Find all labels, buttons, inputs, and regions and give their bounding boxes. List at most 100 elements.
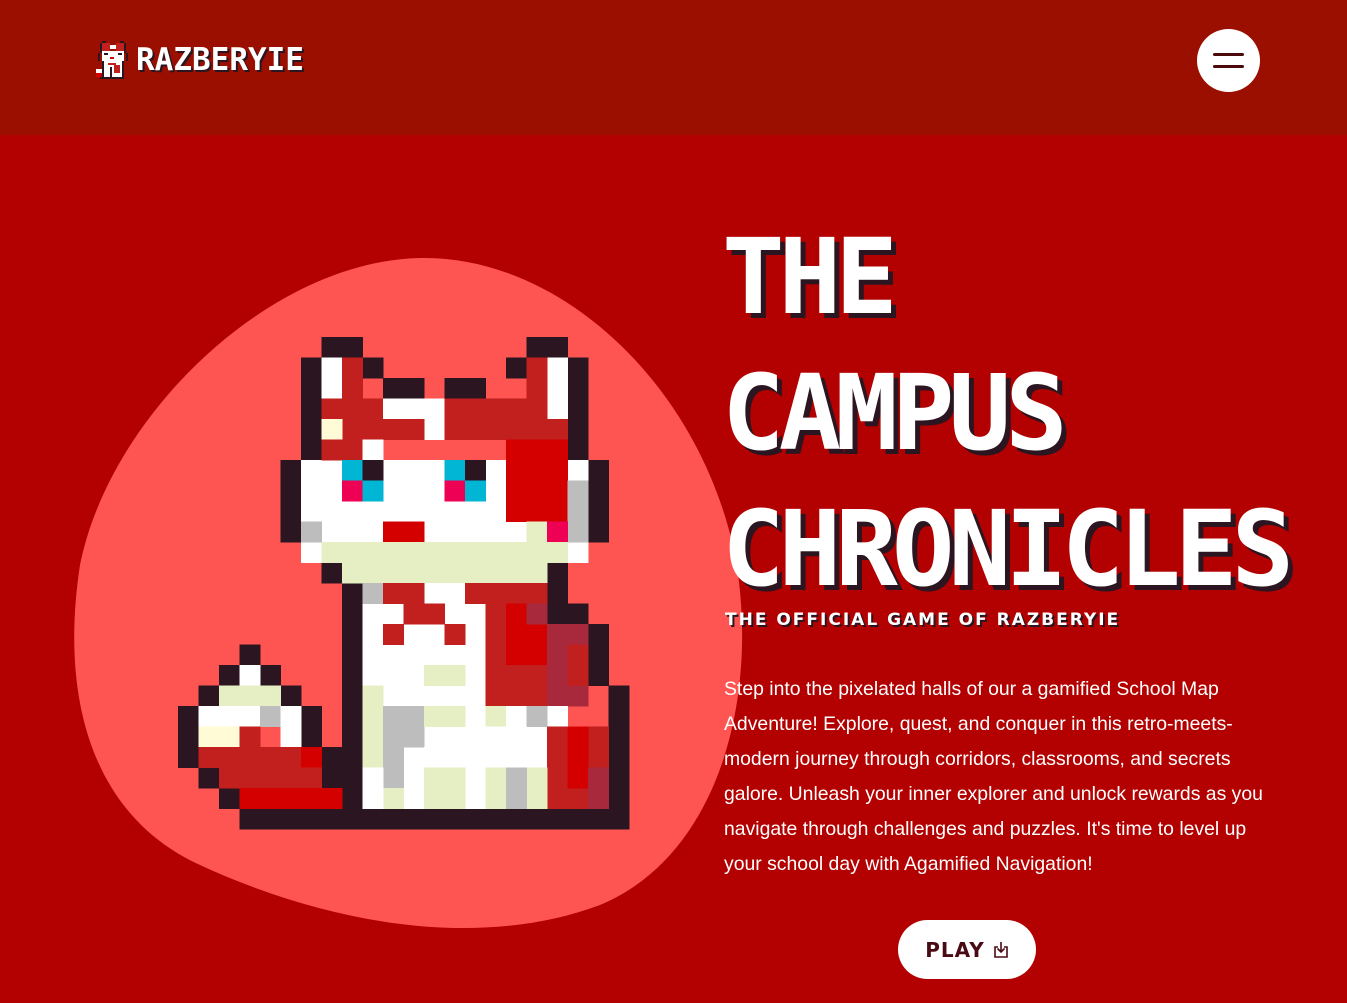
brand-logo-link[interactable]: RAZBERYIE (96, 40, 304, 80)
page-title: THE CAMPUS CHRONICLES (722, 209, 1294, 617)
fox-pixel (403, 603, 445, 625)
fox-pixel (506, 460, 568, 522)
hero-section: THE CAMPUS CHRONICLES THE OFFICIAL GAME … (0, 135, 1347, 1003)
fox-pixel (301, 788, 343, 809)
fox-pixel (362, 357, 384, 379)
fox-pixel (321, 562, 343, 584)
fox-pixel (342, 460, 363, 481)
fox-pixel (383, 706, 425, 748)
fox-pixel (239, 808, 630, 830)
fox-pixel (321, 542, 568, 563)
download-icon (993, 941, 1008, 958)
brand-name: RAZBERYIE (136, 41, 304, 78)
fox-pixel (219, 685, 281, 707)
fox-pixel (301, 357, 322, 461)
hamburger-menu-icon (1213, 53, 1244, 56)
fox-pixel (362, 562, 527, 584)
fox-pixel (362, 767, 384, 809)
play-button[interactable]: PLAY (898, 920, 1036, 979)
fox-pixel (362, 583, 384, 604)
fox-pixel (280, 685, 302, 707)
fox-pixel (424, 767, 466, 809)
fox-pixel (383, 378, 425, 399)
fox-pixel (198, 726, 240, 748)
fox-pixel (219, 788, 240, 809)
fox-pixel (444, 378, 486, 399)
fox-pixel (588, 624, 609, 686)
fox-pixel (526, 603, 548, 625)
title-line-2: CAMPUS (722, 352, 1068, 474)
fox-pixel (219, 767, 240, 789)
fox-pixel (506, 767, 527, 809)
fox-pixel (485, 706, 507, 727)
fox-pixel (321, 419, 343, 440)
hamburger-menu-icon-bar (1213, 65, 1244, 68)
fox-pixel (526, 706, 548, 727)
fox-pixel (567, 644, 589, 686)
page: RAZBERYIE THE CAMPUS CHRONICLES THE OFFI… (0, 0, 1347, 1003)
fox-pixel (588, 767, 609, 809)
title-line-1: THE (722, 216, 898, 338)
fox-pixel (444, 624, 466, 645)
fox-pixel (424, 706, 466, 727)
fox-pixel (301, 706, 322, 748)
fox-pixel (260, 747, 302, 768)
fox-pixel (465, 460, 486, 481)
fox-pixel (383, 521, 425, 543)
fox-pixel (444, 480, 466, 502)
fox-pixel (321, 337, 363, 358)
fox-pixel (424, 398, 445, 440)
fox-pixel (465, 583, 486, 604)
fox-pixel (383, 624, 404, 645)
title-line-3: CHRONICLES (722, 488, 1294, 610)
fox-pixel (280, 460, 302, 481)
fox-pixel (321, 747, 343, 789)
fox-pixel (280, 706, 302, 748)
fox-pixel (301, 521, 322, 543)
fox-pixel (362, 439, 384, 461)
fox-pixel (280, 480, 302, 543)
fox-pixel (588, 480, 609, 543)
fox-pixel (465, 480, 486, 502)
fox-pixel (198, 767, 220, 789)
fox-mascot-icon (96, 41, 128, 79)
play-button-label: PLAY (925, 937, 985, 962)
fox-pixel (383, 788, 404, 809)
fox-pixel (301, 747, 322, 768)
fox-pixel (178, 706, 199, 768)
fox-pixel (321, 439, 363, 461)
fox-pixel (239, 665, 261, 686)
fox-pixel (239, 726, 261, 748)
fox-pixel (444, 460, 466, 481)
fox-pixel (485, 726, 527, 768)
fox-pixel (239, 788, 302, 809)
fox-pixel (424, 665, 466, 686)
fox-pixel (588, 460, 609, 481)
fox-pixel (198, 747, 261, 768)
fox-pixel (260, 706, 281, 727)
description: Step into the pixelated halls of our a g… (724, 678, 1263, 875)
fox-pixel (444, 398, 507, 440)
fox-pixel (362, 480, 384, 502)
fox-pixel (383, 398, 425, 420)
fox-pixel (506, 357, 527, 379)
mascot-illustration (74, 257, 743, 929)
fox-pixel (424, 747, 466, 768)
fox-pixel (547, 521, 568, 543)
fox-pixel (547, 562, 568, 584)
fox-pixel (506, 419, 568, 440)
fox-pixel (383, 583, 425, 604)
fox-pixel (608, 685, 630, 809)
fox-pixel (547, 583, 568, 625)
fox-pixel (526, 357, 548, 420)
site-header: RAZBERYIE (0, 0, 1347, 135)
fox-pixel (362, 460, 384, 481)
fox-pixel (567, 480, 589, 543)
subtitle: THE OFFICIAL GAME OF RAZBERYIE (725, 610, 1121, 630)
fox-pixel (342, 480, 363, 502)
fox-pixel (198, 685, 220, 707)
menu-button[interactable] (1197, 29, 1260, 92)
fox-pixel (383, 419, 425, 440)
fox-pixel (239, 644, 261, 666)
fox-pixel (198, 706, 261, 727)
